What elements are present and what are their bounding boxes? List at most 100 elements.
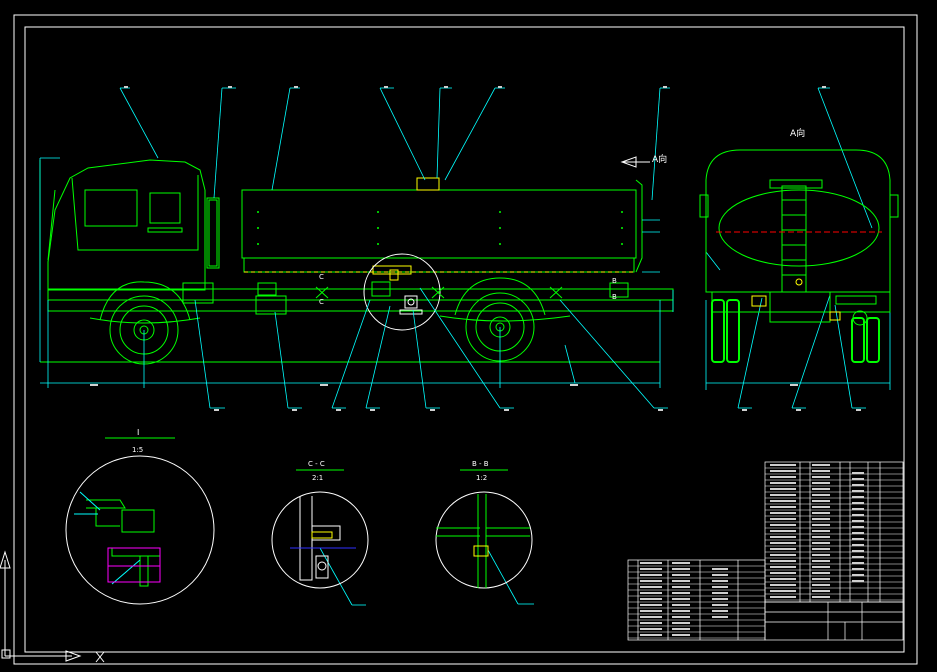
cad-drawing-canvas <box>0 14 918 665</box>
table-cell-text-mark <box>770 500 796 502</box>
table-cell-text-mark <box>770 566 796 568</box>
table-cell-text-mark <box>770 530 796 532</box>
table-cell-text-mark <box>712 580 728 582</box>
table-cell-text-mark <box>640 598 662 600</box>
title-block <box>764 601 904 641</box>
table-cell-text-mark <box>770 596 796 598</box>
table-cell-text-mark <box>852 514 864 516</box>
table-cell-text-mark <box>640 616 662 618</box>
section-bb-title: B - B <box>472 460 489 468</box>
table-cell-text-mark <box>852 472 864 474</box>
section-cc-view <box>271 469 369 589</box>
table-cell-text-mark <box>640 628 662 630</box>
table-cell-text-mark <box>852 544 864 546</box>
table-cell-text-mark <box>852 526 864 528</box>
table-cell-text-mark <box>770 536 796 538</box>
detail-i-title: I <box>137 428 140 437</box>
section-marker-c-bottom: C <box>319 298 324 306</box>
table-cell-text-mark <box>672 622 690 624</box>
truck-side-view <box>39 159 674 365</box>
table-cell-text-mark <box>640 610 662 612</box>
table-cell-text-mark <box>770 572 796 574</box>
table-cell-text-mark <box>812 464 830 466</box>
section-cc-title: C - C <box>308 460 325 468</box>
table-cell-text-mark <box>812 530 830 532</box>
table-cell-text-mark <box>812 584 830 586</box>
section-marker-c-top: C <box>319 273 324 281</box>
table-cell-text-mark <box>712 574 728 576</box>
table-cell-text-mark <box>812 512 830 514</box>
table-cell-text-mark <box>770 554 796 556</box>
table-cell-text-mark <box>812 572 830 574</box>
view-a-label: A向 <box>790 129 806 139</box>
table-cell-text-mark <box>672 580 690 582</box>
table-cell-text-mark <box>812 560 830 562</box>
table-cell-text-mark <box>770 512 796 514</box>
table-cell-text-mark <box>812 494 830 496</box>
table-cell-text-mark <box>672 562 690 564</box>
rear-lights <box>751 278 841 321</box>
table-cell-text-mark <box>770 476 796 478</box>
table-cell-text-mark <box>852 484 864 486</box>
table-cell-text-mark <box>770 548 796 550</box>
view-a-arrow <box>620 156 650 168</box>
table-cell-text-mark <box>672 574 690 576</box>
parts-list-left-rows <box>628 565 765 639</box>
table-cell-text-mark <box>770 518 796 520</box>
table-cell-text-mark <box>770 464 796 466</box>
table-cell-text-mark <box>812 596 830 598</box>
table-cell-text-mark <box>852 574 864 576</box>
table-cell-text-mark <box>812 554 830 556</box>
table-cell-text-mark <box>640 574 662 576</box>
table-cell-text-mark <box>852 562 864 564</box>
table-cell-text-mark <box>712 598 728 600</box>
section-bb-view <box>435 469 533 589</box>
table-cell-text-mark <box>852 496 864 498</box>
section-marker-b-top: B <box>612 277 617 285</box>
table-cell-text-mark <box>640 580 662 582</box>
table-cell-text-mark <box>770 524 796 526</box>
table-cell-text-mark <box>812 482 830 484</box>
table-cell-text-mark <box>852 580 864 582</box>
table-cell-text-mark <box>640 634 662 636</box>
table-cell-text-mark <box>852 550 864 552</box>
table-cell-text-mark <box>640 592 662 594</box>
table-cell-text-mark <box>712 604 728 606</box>
table-cell-text-mark <box>712 592 728 594</box>
table-cell-text-mark <box>852 568 864 570</box>
table-cell-text-mark <box>770 590 796 592</box>
table-cell-text-mark <box>712 586 728 588</box>
table-cell-text-mark <box>812 524 830 526</box>
detail-i-view <box>65 437 215 605</box>
table-cell-text-mark <box>770 542 796 544</box>
section-marker-b-bottom: B <box>612 293 617 301</box>
table-cell-text-mark <box>640 586 662 588</box>
detail-i-callout-circle <box>363 253 441 331</box>
ucs-axis-icon <box>0 550 105 663</box>
table-cell-text-mark <box>640 622 662 624</box>
table-cell-text-mark <box>672 592 690 594</box>
table-text-marks <box>640 464 864 636</box>
table-cell-text-mark <box>640 604 662 606</box>
table-cell-text-mark <box>770 584 796 586</box>
table-cell-text-mark <box>640 562 662 564</box>
table-cell-text-mark <box>712 568 728 570</box>
table-cell-text-mark <box>712 610 728 612</box>
table-cell-text-mark <box>770 494 796 496</box>
table-cell-text-mark <box>812 548 830 550</box>
table-cell-text-mark <box>852 508 864 510</box>
table-cell-text-mark <box>672 568 690 570</box>
truck-rear-view <box>699 149 899 326</box>
table-cell-text-mark <box>852 490 864 492</box>
table-cell-text-mark <box>770 506 796 508</box>
table-cell-text-mark <box>812 590 830 592</box>
table-cell-text-mark <box>672 610 690 612</box>
leader-lines <box>39 87 891 606</box>
table-cell-text-mark <box>672 634 690 636</box>
view-a-arrow-label: A向 <box>652 155 668 165</box>
table-cell-text-mark <box>812 470 830 472</box>
table-cell-text-mark <box>770 578 796 580</box>
table-cell-text-mark <box>672 604 690 606</box>
section-bb-scale: 1:2 <box>476 474 488 482</box>
table-cell-text-mark <box>812 542 830 544</box>
